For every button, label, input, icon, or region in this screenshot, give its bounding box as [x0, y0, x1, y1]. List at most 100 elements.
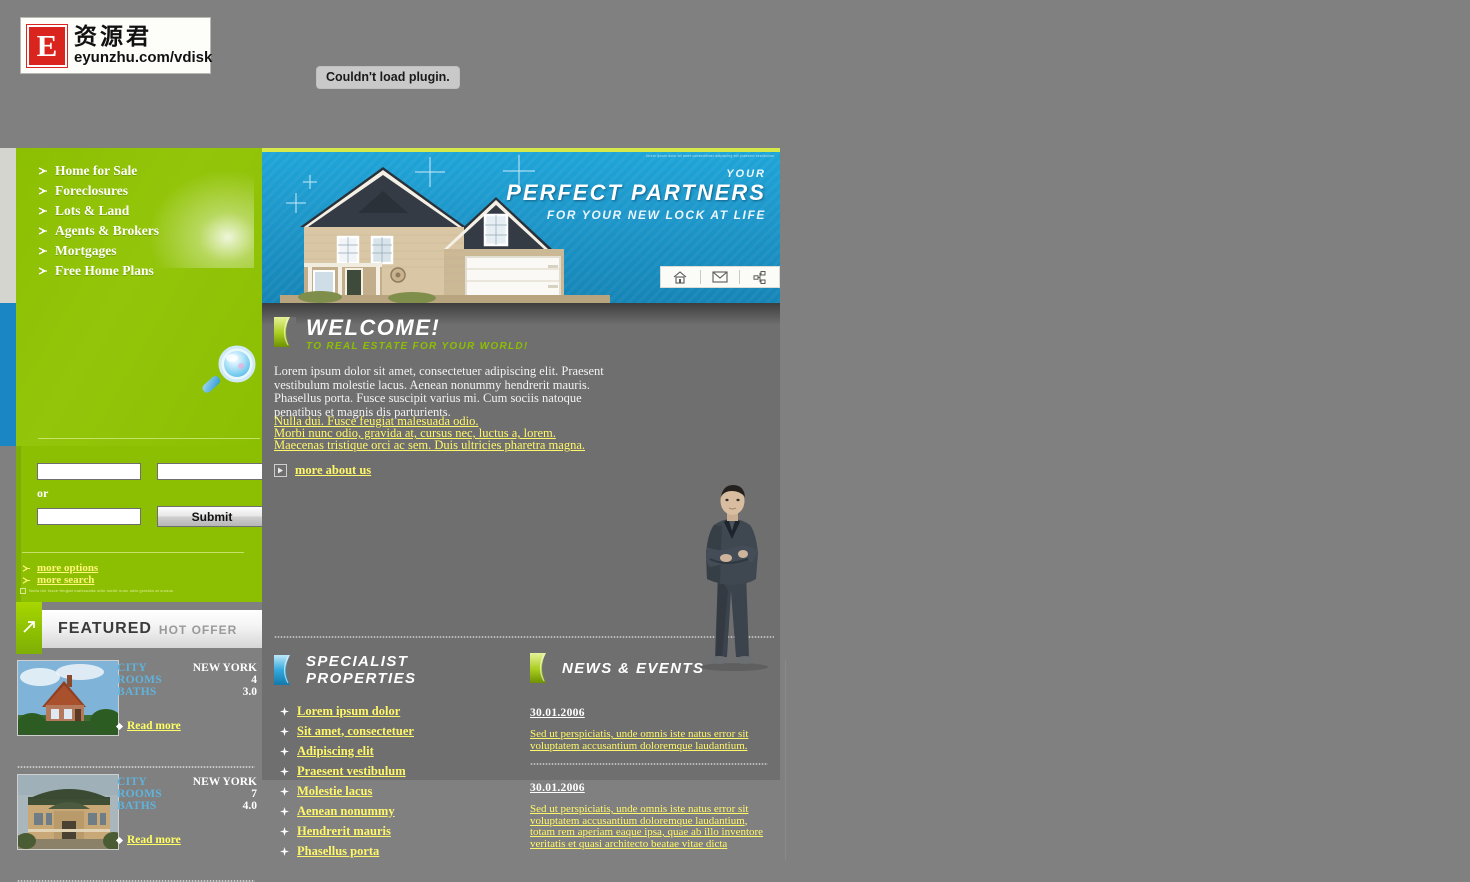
agent-photo: [700, 485, 768, 671]
read-more-link[interactable]: Read more: [115, 720, 181, 732]
search-input-a[interactable]: [37, 463, 141, 480]
mail-icon-button[interactable]: [701, 267, 740, 287]
banner-corner-note: lorem ipsum dolor sit amet consectetuer …: [646, 154, 774, 158]
sidebar-item-label: Home for Sale: [55, 163, 138, 178]
star-bullet-icon: [280, 826, 289, 836]
news-body: Sed ut perspiciatis, unde omnis iste nat…: [530, 728, 749, 752]
property-specs: CITY NEW YORK ROOMS 7 BATHS 4.0: [117, 776, 257, 812]
banner-top-strip: [262, 148, 780, 152]
spec-row: CITY NEW YORK: [117, 776, 257, 788]
sidebar-item-label: Foreclosures: [55, 183, 128, 198]
arrow-right-icon: [38, 247, 47, 255]
list-item[interactable]: Molestie lacus: [274, 781, 522, 801]
list-item-label: Hendrerit mauris: [297, 823, 391, 838]
sidebar-item-home-for-sale[interactable]: Home for Sale: [16, 161, 262, 181]
news-body: Sed ut perspiciatis, unde omnis iste nat…: [530, 803, 764, 850]
home-icon-button[interactable]: [661, 267, 700, 287]
star-bullet-icon: [280, 706, 289, 716]
plugin-error-message: Couldn't load plugin.: [316, 66, 460, 89]
search-submit-button[interactable]: Submit: [157, 506, 267, 527]
list-item-label: Praesent vestibulum: [297, 763, 406, 778]
logo-text-block: 资源君 eyunzhu.com/vdisk: [74, 24, 212, 66]
sitemap-icon-button[interactable]: [740, 267, 779, 287]
mail-icon: [712, 271, 728, 283]
news-item[interactable]: 30.01.2006 Sed ut perspiciatis, unde omn…: [530, 782, 772, 850]
list-item[interactable]: Lorem ipsum dolor: [274, 701, 522, 721]
list-item[interactable]: Praesent vestibulum: [274, 761, 522, 781]
logo-chinese-text: 资源君: [74, 24, 152, 50]
magnifier-icon: [202, 345, 256, 393]
sidebar-item-free-home-plans[interactable]: Free Home Plans: [16, 261, 262, 281]
news-item[interactable]: 30.01.2006 Sed ut perspiciatis, unde omn…: [530, 707, 772, 752]
list-item[interactable]: Hendrerit mauris: [274, 821, 522, 841]
site-logo: E 资源君 eyunzhu.com/vdisk: [20, 17, 212, 74]
more-options-link[interactable]: more options: [16, 562, 98, 574]
list-item-label: Phasellus porta: [297, 843, 380, 858]
sidebar-item-label: Free Home Plans: [55, 263, 154, 278]
spec-value: 3.0: [242, 686, 257, 698]
specialist-header: SPECIALIST PROPERTIES: [274, 653, 522, 687]
welcome-paragraph: Lorem ipsum dolor sit amet, consectetuer…: [274, 364, 604, 419]
search-input-b[interactable]: [157, 463, 267, 480]
welcome-links: Nulla dui. Fusce feugiat malesuada odio.…: [274, 415, 634, 452]
welcome-title-block: WELCOME! TO REAL ESTATE FOR YOUR WORLD!: [306, 317, 529, 353]
spec-value: 4.0: [242, 800, 257, 812]
star-bullet-icon: [280, 726, 289, 736]
news-events-section: NEWS & EVENTS 30.01.2006 Sed ut perspici…: [530, 653, 772, 850]
spec-value: 7: [251, 788, 257, 800]
specialist-list: Lorem ipsum dolor Sit amet, consectetuer…: [274, 701, 522, 861]
triangle-right-icon: [278, 467, 283, 474]
featured-property-card[interactable]: CITY NEW YORK ROOMS 7 BATHS 4.0 Read mor…: [12, 768, 262, 878]
more-search-label: more search: [37, 574, 95, 586]
sidebar-item-agents-and-brokers[interactable]: Agents & Brokers: [16, 221, 262, 241]
star-bullet-icon: [280, 766, 289, 776]
column-divider: [785, 660, 786, 860]
logo-letter-text: E: [36, 28, 58, 63]
top-plugin-bar: E 资源君 eyunzhu.com/vdisk Couldn't load pl…: [0, 0, 1470, 150]
specialist-section-icon: [274, 655, 296, 685]
arrow-right-icon: [38, 187, 47, 195]
more-about-us-link[interactable]: more about us: [274, 463, 371, 478]
sidebar-item-label: Mortgages: [55, 243, 117, 258]
sidebar-search-panel: or Submit: [16, 446, 267, 546]
property-specs: CITY NEW YORK ROOMS 4 BATHS 3.0: [117, 662, 257, 698]
list-item[interactable]: Adipiscing elit: [274, 741, 522, 761]
sidebar-item-mortgages[interactable]: Mortgages: [16, 241, 262, 261]
welcome-section-icon: [274, 317, 296, 347]
welcome-section: WELCOME! TO REAL ESTATE FOR YOUR WORLD! …: [262, 303, 780, 671]
options-divider: [22, 552, 244, 553]
arrow-up-right-icon: [23, 621, 35, 633]
spec-row: BATHS 3.0: [117, 686, 257, 698]
more-options-label: more options: [37, 562, 99, 574]
left-sidebar: Home for Sale Foreclosures Lots & Land A…: [0, 148, 267, 882]
list-item-label: Lorem ipsum dolor: [297, 703, 401, 718]
featured-header: FEATURED HOT OFFER: [42, 610, 262, 648]
list-item[interactable]: Aenean nonummy: [274, 801, 522, 821]
spec-row: ROOMS 7: [117, 788, 257, 800]
featured-property-list: CITY NEW YORK ROOMS 4 BATHS 3.0 Read mor…: [12, 654, 262, 882]
spec-value: 4: [251, 674, 257, 686]
news-date: 30.01.2006: [530, 782, 585, 794]
search-input-c[interactable]: [37, 508, 141, 525]
welcome-link[interactable]: Maecenas tristique orci ac sem. Duis ult…: [274, 439, 634, 452]
arrow-right-icon: [38, 167, 47, 175]
list-item-label: Aenean nonummy: [297, 803, 395, 818]
read-more-label: Read more: [127, 834, 181, 846]
page-body: Home for Sale Foreclosures Lots & Land A…: [0, 148, 786, 882]
sidebar-item-lots-and-land[interactable]: Lots & Land: [16, 201, 262, 221]
sidebar-item-foreclosures[interactable]: Foreclosures: [16, 181, 262, 201]
banner-eyebrow: YOUR: [726, 168, 766, 180]
sidebar-nav-list: Home for Sale Foreclosures Lots & Land A…: [16, 148, 262, 281]
main-content: lorem ipsum dolor sit amet consectetuer …: [262, 148, 786, 860]
featured-property-card[interactable]: CITY NEW YORK ROOMS 4 BATHS 3.0 Read mor…: [12, 654, 262, 764]
news-section-icon: [530, 653, 552, 683]
search-or-label: or: [37, 486, 49, 500]
read-more-link[interactable]: Read more: [115, 834, 181, 846]
more-search-link[interactable]: more search: [16, 574, 94, 586]
list-item[interactable]: Sit amet, consectetuer: [274, 721, 522, 741]
star-bullet-icon: [280, 846, 289, 856]
sidebar-item-label: Agents & Brokers: [55, 223, 159, 238]
spec-value: NEW YORK: [192, 662, 257, 674]
list-item[interactable]: Phasellus porta: [274, 841, 522, 861]
sidebar-blue-stripe: [0, 303, 16, 446]
